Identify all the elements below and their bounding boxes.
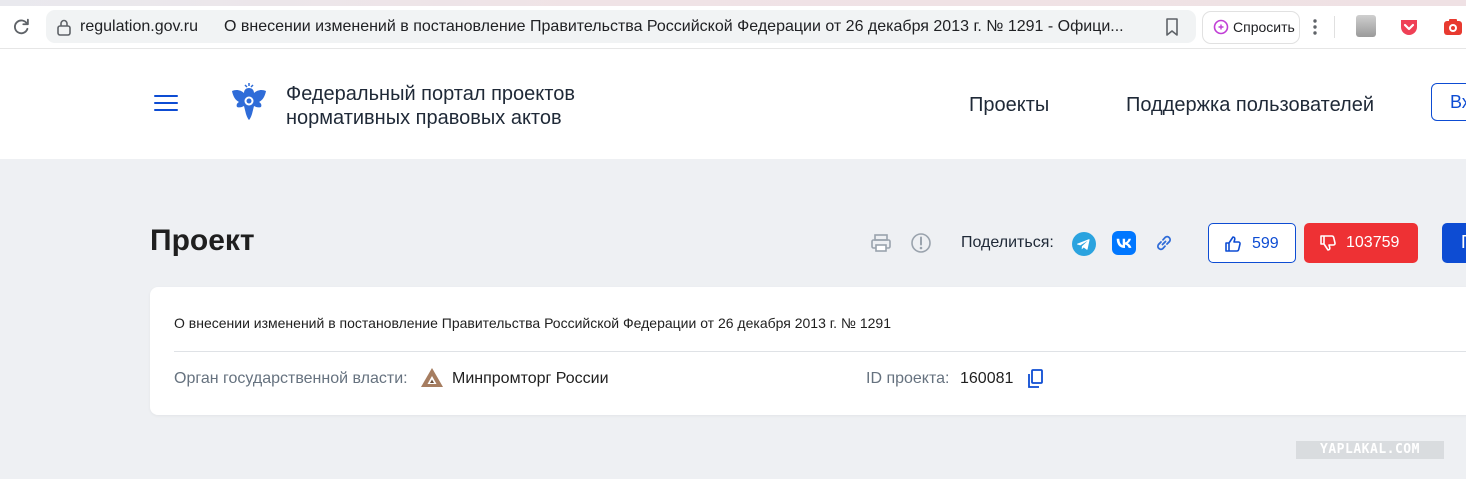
print-icon[interactable] [870,233,892,253]
portal-name[interactable]: Федеральный портал проектов нормативных … [286,82,575,130]
report-icon[interactable] [910,232,932,254]
ask-label: Спросить [1233,19,1295,35]
page-title: Проект [150,224,255,257]
page-tab-title: О внесении изменений в постановление Пра… [224,18,1124,35]
share-label: Поделиться: [961,234,1054,251]
project-card: О внесении изменений в постановление Пра… [150,287,1466,415]
copy-icon[interactable] [1026,368,1044,390]
profile-avatar[interactable] [1356,15,1376,37]
site-info-icon[interactable] [56,18,72,36]
address-domain: regulation.gov.ru [80,18,198,35]
address-bar[interactable]: regulation.gov.ru О внесении изменений в… [46,10,1196,43]
like-button[interactable]: 599 [1208,223,1296,263]
copy-link-icon[interactable] [1153,232,1175,254]
reload-icon[interactable] [10,16,32,38]
screenshot-icon[interactable] [1442,16,1464,38]
russian-emblem-icon[interactable] [228,82,270,124]
telegram-icon[interactable] [1072,232,1096,256]
project-id-label: ID проекта: [866,370,950,387]
browser-toolbar: regulation.gov.ru О внесении изменений в… [0,6,1466,49]
hamburger-menu-icon[interactable] [154,95,178,113]
dislikes-count: 103759 [1346,234,1400,251]
site-header: Федеральный портал проектов нормативных … [0,49,1466,159]
card-divider [174,351,1466,352]
login-button[interactable]: Вх [1431,83,1466,121]
thumbs-up-icon [1225,236,1241,252]
ai-chat-icon [1213,19,1229,35]
more-menu-icon[interactable] [1308,16,1322,38]
project-title: О внесении изменений в постановление Пра… [174,315,891,331]
watermark: YAPLAKAL.COM [1296,441,1444,459]
toolbar-divider [1334,16,1335,38]
vk-icon[interactable] [1112,231,1136,255]
primary-action-button[interactable]: П [1442,223,1466,263]
thumbs-down-icon [1320,235,1336,251]
ministry-logo-icon [421,368,443,387]
nav-support[interactable]: Поддержка пользователей [1126,94,1374,117]
ask-button[interactable]: Спросить [1202,11,1300,44]
nav-projects[interactable]: Проекты [969,94,1049,117]
pocket-icon[interactable] [1398,16,1420,38]
project-id-value: 160081 [960,370,1014,387]
portal-name-line2: нормативных правовых актов [286,107,562,129]
bookmark-icon[interactable] [1164,17,1180,37]
primary-action-label: П [1461,232,1466,253]
likes-count: 599 [1252,235,1279,252]
dislike-button[interactable]: 103759 [1304,223,1418,263]
portal-name-line1: Федеральный портал проектов [286,83,575,105]
authority-value[interactable]: Минпромторг России [452,370,609,388]
authority-label: Орган государственной власти: [174,370,408,387]
